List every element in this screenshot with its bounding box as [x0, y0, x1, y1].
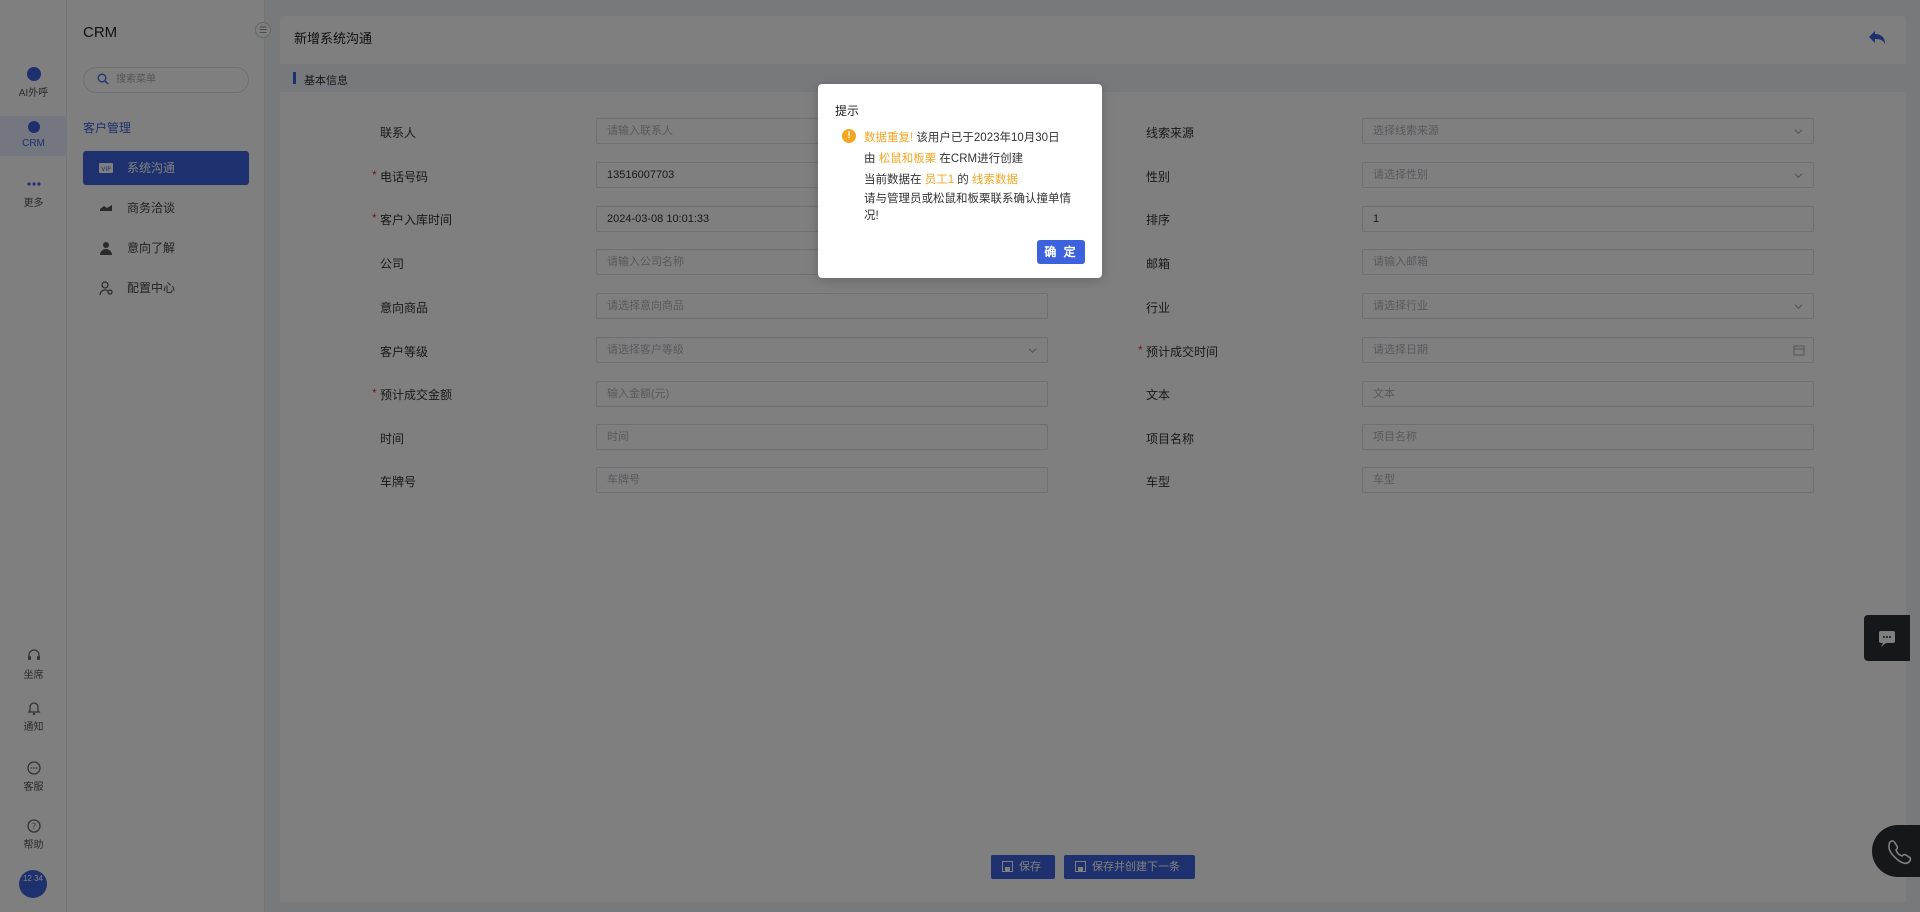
data-category: 线索数据: [972, 174, 1018, 186]
creator-name: 松鼠和板栗: [878, 153, 937, 165]
owner-name: 员工1: [924, 174, 955, 186]
dialog-message: 数据重复! 该用户已于2023年10月30日 由 松鼠和板栗 在CRM进行创建 …: [864, 132, 1071, 222]
dialog-title: 提示: [835, 104, 860, 118]
duplicate-label: 数据重复!: [864, 132, 914, 144]
duplicate-warning-dialog: 提示 ! 数据重复! 该用户已于2023年10月30日 由 松鼠和板栗 在CRM…: [818, 84, 1102, 278]
confirm-button[interactable]: 确 定: [1037, 240, 1085, 264]
warning-icon: !: [842, 129, 856, 143]
